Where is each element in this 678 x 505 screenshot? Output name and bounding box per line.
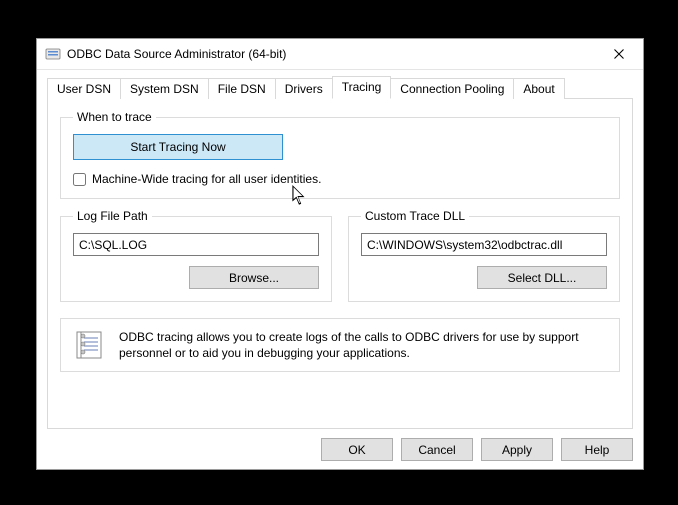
when-to-trace-legend: When to trace <box>73 110 156 124</box>
tab-drivers[interactable]: Drivers <box>275 78 333 99</box>
tab-tracing[interactable]: Tracing <box>332 76 392 99</box>
dialog-button-row: OK Cancel Apply Help <box>47 429 633 461</box>
help-button[interactable]: Help <box>561 438 633 461</box>
dialog-window: ODBC Data Source Administrator (64-bit) … <box>36 38 644 470</box>
browse-button[interactable]: Browse... <box>189 266 319 289</box>
document-icon <box>73 329 105 361</box>
tab-about[interactable]: About <box>513 78 564 99</box>
tab-system-dsn[interactable]: System DSN <box>120 78 209 99</box>
cancel-button[interactable]: Cancel <box>401 438 473 461</box>
close-icon <box>614 49 624 59</box>
group-when-to-trace: When to trace Start Tracing Now Machine-… <box>60 110 620 199</box>
log-file-path-input[interactable] <box>73 233 319 256</box>
tab-row: User DSN System DSN File DSN Drivers Tra… <box>47 76 633 98</box>
select-dll-button[interactable]: Select DLL... <box>477 266 607 289</box>
tab-connection-pooling[interactable]: Connection Pooling <box>390 78 514 99</box>
machine-wide-checkbox[interactable] <box>73 173 86 186</box>
close-button[interactable] <box>597 40 641 68</box>
tab-panel-tracing: When to trace Start Tracing Now Machine-… <box>47 98 633 429</box>
tab-file-dsn[interactable]: File DSN <box>208 78 276 99</box>
description-text: ODBC tracing allows you to create logs o… <box>119 329 607 361</box>
machine-wide-container[interactable]: Machine-Wide tracing for all user identi… <box>73 172 607 186</box>
tab-user-dsn[interactable]: User DSN <box>47 78 121 99</box>
ok-button[interactable]: OK <box>321 438 393 461</box>
apply-button[interactable]: Apply <box>481 438 553 461</box>
window-title: ODBC Data Source Administrator (64-bit) <box>67 47 597 61</box>
custom-trace-dll-legend: Custom Trace DLL <box>361 209 469 223</box>
machine-wide-label: Machine-Wide tracing for all user identi… <box>92 172 321 186</box>
titlebar[interactable]: ODBC Data Source Administrator (64-bit) <box>37 39 643 70</box>
description-box: ODBC tracing allows you to create logs o… <box>60 318 620 372</box>
custom-trace-dll-input[interactable] <box>361 233 607 256</box>
log-file-path-legend: Log File Path <box>73 209 152 223</box>
client-area: User DSN System DSN File DSN Drivers Tra… <box>37 70 643 469</box>
group-custom-trace-dll: Custom Trace DLL Select DLL... <box>348 209 620 302</box>
group-log-file-path: Log File Path Browse... <box>60 209 332 302</box>
app-icon <box>45 46 61 62</box>
start-tracing-button[interactable]: Start Tracing Now <box>73 134 283 160</box>
